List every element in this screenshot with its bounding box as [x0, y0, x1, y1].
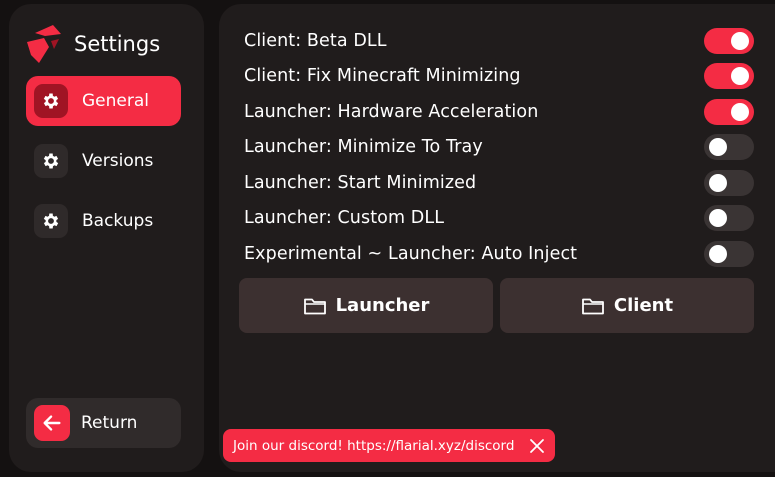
setting-row: Launcher: Minimize To Tray: [244, 132, 754, 162]
setting-row: Client: Beta DLL: [244, 26, 754, 56]
sidebar: Settings General Versions Backups Return: [9, 4, 204, 472]
toggle-knob: [709, 138, 727, 156]
setting-row: Launcher: Start Minimized: [244, 168, 754, 198]
discord-toast[interactable]: Join our discord! https://flarial.xyz/di…: [223, 429, 555, 462]
start-minimized-toggle[interactable]: [704, 170, 754, 196]
setting-label: Launcher: Hardware Acceleration: [244, 102, 539, 122]
return-label: Return: [81, 413, 138, 433]
toggle-knob: [709, 174, 727, 192]
gear-icon: [34, 84, 68, 118]
setting-label: Client: Fix Minecraft Minimizing: [244, 66, 521, 86]
sidebar-item-label: Versions: [82, 151, 154, 171]
arrow-left-icon: [34, 405, 70, 441]
setting-label: Launcher: Start Minimized: [244, 173, 477, 193]
hardware-acceleration-toggle[interactable]: [704, 99, 754, 125]
return-button[interactable]: Return: [26, 398, 181, 448]
setting-row: Launcher: Hardware Acceleration: [244, 97, 754, 127]
sidebar-item-versions[interactable]: Versions: [26, 136, 181, 186]
setting-label: Experimental ~ Launcher: Auto Inject: [244, 244, 578, 264]
beta-dll-toggle[interactable]: [704, 28, 754, 54]
gear-icon: [34, 144, 68, 178]
toast-text: Join our discord! https://flarial.xyz/di…: [233, 437, 515, 454]
toggle-knob: [731, 32, 749, 50]
toggle-knob: [709, 245, 727, 263]
custom-dll-toggle[interactable]: [704, 205, 754, 231]
open-launcher-folder-button[interactable]: Launcher: [239, 278, 493, 333]
folder-button-label: Client: [613, 295, 674, 316]
flarial-logo: [27, 25, 61, 63]
close-icon[interactable]: [529, 438, 545, 454]
minimize-to-tray-toggle[interactable]: [704, 134, 754, 160]
folder-icon: [582, 298, 604, 314]
auto-inject-toggle[interactable]: [704, 241, 754, 267]
toggle-knob: [709, 209, 727, 227]
setting-row: Launcher: Custom DLL: [244, 203, 754, 233]
open-client-folder-button[interactable]: Client: [500, 278, 754, 333]
folder-icon: [303, 298, 326, 314]
sidebar-item-label: General: [82, 91, 149, 111]
setting-row: Experimental ~ Launcher: Auto Inject: [244, 239, 754, 269]
fix-minimizing-toggle[interactable]: [704, 63, 754, 89]
settings-panel: Client: Beta DLL Client: Fix Minecraft M…: [219, 4, 775, 472]
sidebar-item-label: Backups: [82, 211, 154, 231]
sidebar-item-backups[interactable]: Backups: [26, 196, 181, 246]
toggle-knob: [731, 67, 749, 85]
sidebar-item-general[interactable]: General: [26, 76, 181, 126]
setting-label: Launcher: Minimize To Tray: [244, 137, 483, 157]
gear-icon: [34, 204, 68, 238]
toggle-knob: [731, 103, 749, 121]
setting-row: Client: Fix Minecraft Minimizing: [244, 61, 754, 91]
folder-button-label: Launcher: [335, 295, 430, 316]
setting-label: Launcher: Custom DLL: [244, 208, 445, 228]
app-title: Settings: [74, 32, 161, 56]
setting-label: Client: Beta DLL: [244, 31, 387, 51]
